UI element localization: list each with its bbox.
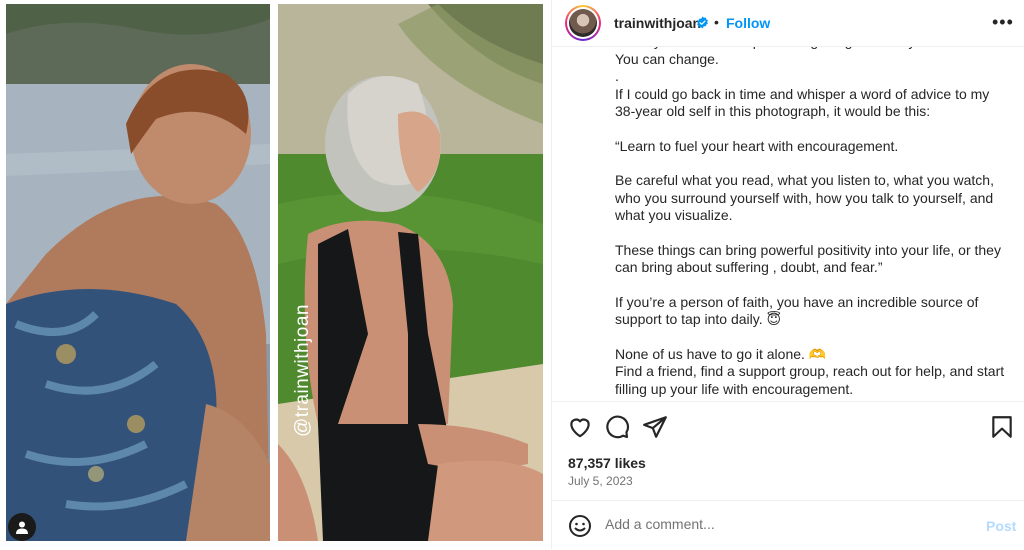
- caption-spacer: [615, 277, 1005, 294]
- caption-line: Find a friend, find a support group, rea…: [615, 363, 1005, 397]
- comment-bar: Post: [552, 500, 1024, 550]
- post-panel: trainwithjoan • Follow ••• mean you have…: [551, 0, 1024, 549]
- caption-spacer: [615, 329, 1005, 346]
- post-media[interactable]: @trainwithjoan: [0, 0, 549, 549]
- caption-line: If I could go back in time and whisper a…: [615, 85, 990, 120]
- post-header: trainwithjoan • Follow •••: [552, 0, 1024, 47]
- follow-button[interactable]: Follow: [726, 15, 770, 31]
- action-bar: [552, 401, 1024, 452]
- bookmark-icon[interactable]: [989, 414, 1015, 440]
- comment-input[interactable]: [605, 516, 965, 532]
- caption-line: These things can bring powerful positivi…: [615, 241, 1001, 276]
- comment-icon[interactable]: [604, 414, 630, 440]
- caption-spacer: [615, 121, 1005, 138]
- share-icon[interactable]: [642, 414, 668, 440]
- avatar[interactable]: [565, 5, 601, 41]
- more-options-icon[interactable]: •••: [992, 12, 1014, 33]
- caption-line: “Learn to fuel your heart with encourage…: [615, 137, 899, 154]
- caption-spacer: [615, 225, 1005, 242]
- caption-line: You can change.: [615, 50, 719, 67]
- caption-line: .: [615, 68, 619, 84]
- caption-line: Be careful what you read, what you liste…: [615, 172, 994, 223]
- caption-line: None of us have to go it alone. 🫶: [615, 345, 827, 362]
- username-link[interactable]: trainwithjoan: [614, 15, 701, 31]
- post-date[interactable]: July 5, 2023: [568, 474, 633, 488]
- caption-line: If you’re a person of faith, you have an…: [615, 293, 979, 328]
- after-photo: [278, 4, 543, 541]
- post-comment-button[interactable]: Post: [986, 518, 1016, 534]
- caption-spacer: [615, 155, 1005, 172]
- before-photo: [6, 4, 270, 541]
- separator-dot: •: [714, 14, 719, 30]
- likes-count[interactable]: 87,357 likes: [568, 455, 646, 471]
- emoji-icon[interactable]: [568, 514, 592, 538]
- heart-icon[interactable]: [567, 414, 593, 440]
- caption-area: mean you have to keep on doing things th…: [552, 46, 1024, 401]
- verified-badge-icon: [696, 16, 709, 34]
- caption-text: mean you have to keep on doing things th…: [615, 46, 1005, 398]
- user-tag-icon[interactable]: [8, 513, 36, 541]
- watermark-text: @trainwithjoan: [292, 304, 313, 437]
